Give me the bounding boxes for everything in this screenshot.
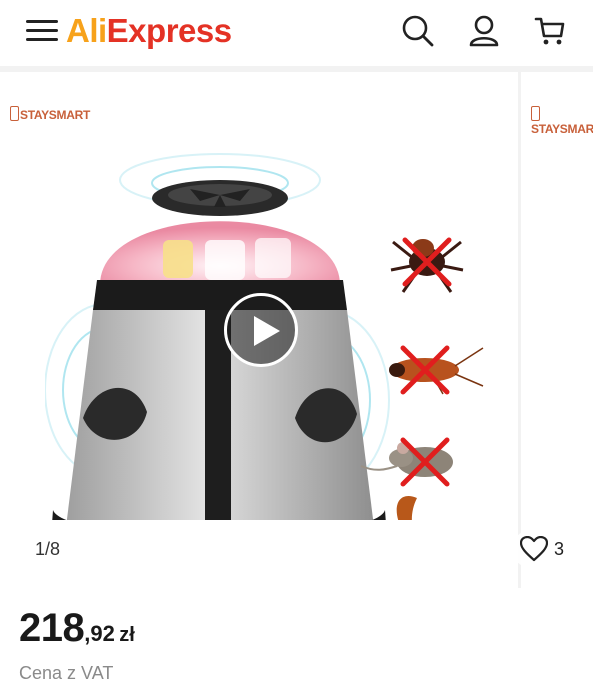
aliexpress-logo[interactable]: AliExpress (66, 12, 232, 50)
favorite-button[interactable]: 3 (512, 530, 578, 568)
mouse-image (360, 437, 453, 487)
cart-icon[interactable] (533, 14, 567, 48)
logo-express: Express (106, 12, 232, 49)
squirrel-image (396, 496, 417, 520)
cockroach-image (389, 345, 484, 395)
brand-name: STAYSMART (20, 108, 90, 122)
heart-icon (520, 536, 548, 562)
shopping-bag-icon (531, 106, 540, 121)
brand-logo-next: STAYSMART (531, 106, 593, 136)
price-integer: 218 (19, 606, 85, 650)
image-counter: 1/8 (35, 539, 61, 559)
next-gallery-slide[interactable]: STAYSMART (521, 72, 593, 588)
brand-logo: STAYSMART (10, 106, 90, 122)
favorites-count: 3 (554, 539, 565, 559)
vat-note: Cena z VAT (19, 663, 114, 683)
search-icon[interactable] (401, 14, 435, 48)
spider-image (390, 237, 464, 293)
menu-icon[interactable] (26, 17, 58, 45)
price-currency: zł (119, 624, 135, 646)
play-video-button[interactable] (224, 293, 298, 367)
shopping-bag-icon (10, 106, 19, 121)
product-price: 218,92 zł (19, 606, 135, 651)
gallery-slide[interactable]: STAYSMART 1/8 (0, 72, 518, 588)
logo-ali: Ali (66, 12, 107, 49)
next-slide-preview (579, 312, 593, 472)
brand-name-next: STAYSMART (531, 122, 593, 136)
price-decimal: ,92 (84, 621, 115, 646)
product-gallery[interactable]: STAYSMART 1/8 STAYSMAR 3 (0, 72, 593, 588)
user-icon[interactable] (467, 14, 501, 48)
app-header: AliExpress (0, 0, 593, 66)
